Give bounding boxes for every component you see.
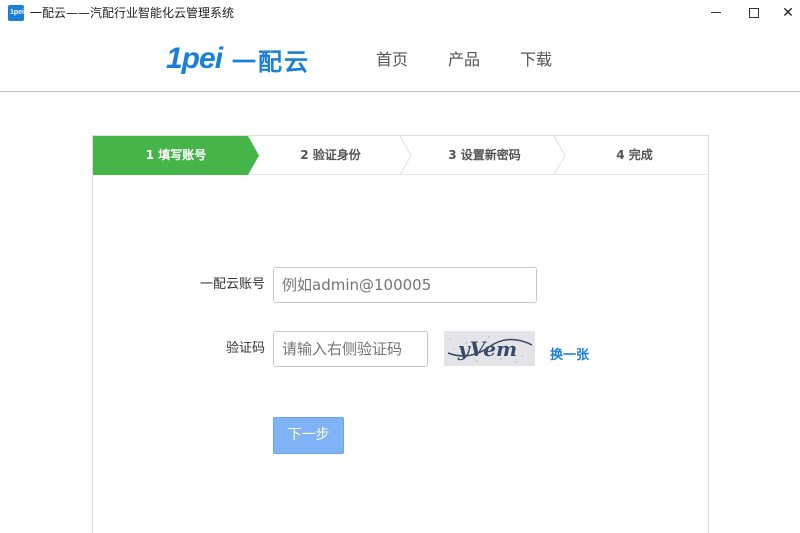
step-complete: 4 完成 bbox=[616, 148, 653, 162]
close-icon: ✕ bbox=[782, 5, 794, 21]
refresh-captcha-link[interactable]: 换一张 bbox=[550, 348, 589, 364]
account-input[interactable] bbox=[273, 267, 537, 303]
app-icon: 1pei bbox=[8, 5, 24, 21]
close-button[interactable]: ✕ bbox=[768, 0, 800, 26]
logo[interactable]: 1pei 一配云 bbox=[166, 40, 310, 78]
nav-home[interactable]: 首页 bbox=[376, 50, 408, 70]
app-icon-text: 1pei bbox=[10, 9, 25, 16]
logo-mark: 1pei bbox=[166, 42, 223, 75]
captcha-label: 验证码 bbox=[225, 341, 265, 356]
nav-product[interactable]: 产品 bbox=[448, 50, 480, 70]
step-separator bbox=[554, 136, 566, 175]
nav-download[interactable]: 下载 bbox=[520, 50, 552, 70]
step-separator bbox=[400, 136, 412, 175]
next-step-button[interactable]: 下一步 bbox=[273, 417, 344, 454]
captcha-image[interactable]: yVem bbox=[444, 331, 535, 366]
minimize-button[interactable] bbox=[696, 0, 736, 26]
logo-text: 一配云 bbox=[232, 47, 311, 76]
step-progress: 2 验证身份 3 设置新密码 4 完成 1 填写账号 bbox=[93, 136, 708, 175]
captcha-text: yVem bbox=[457, 337, 517, 361]
window-titlebar: 1pei 一配云——汽配行业智能化云管理系统 ✕ bbox=[0, 0, 800, 26]
step-set-password: 3 设置新密码 bbox=[448, 148, 521, 162]
site-header: 1pei 一配云 首页 产品 下载 bbox=[0, 26, 800, 92]
account-label: 一配云账号 bbox=[199, 277, 265, 292]
minimize-icon bbox=[711, 12, 721, 13]
captcha-input[interactable] bbox=[273, 331, 428, 367]
reset-password-panel: 2 验证身份 3 设置新密码 4 完成 1 填写账号 一配云账号 验证码 yVe… bbox=[92, 135, 709, 533]
step-verify-identity: 2 验证身份 bbox=[300, 148, 361, 162]
window-title: 一配云——汽配行业智能化云管理系统 bbox=[30, 6, 235, 20]
step-fill-account: 1 填写账号 bbox=[93, 136, 259, 175]
maximize-icon bbox=[749, 8, 759, 18]
